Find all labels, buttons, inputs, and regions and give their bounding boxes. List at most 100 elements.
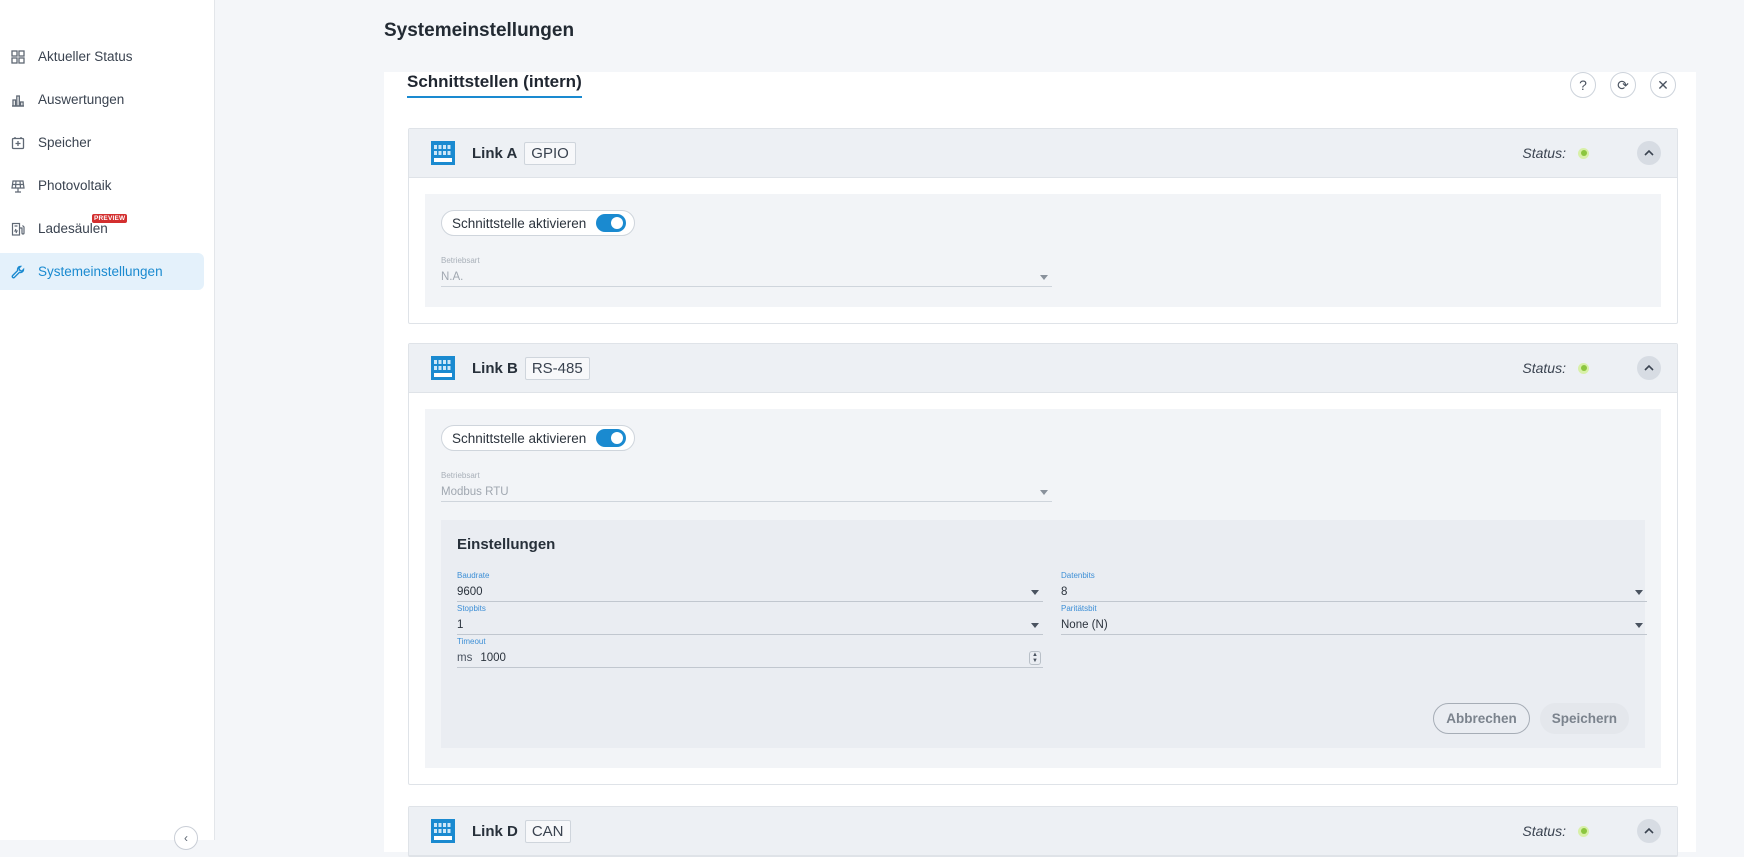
- battery-icon: [10, 135, 26, 151]
- card-body: Schnittstelle aktivieren Betriebsart Mod…: [409, 393, 1677, 784]
- interface-port-icon: [431, 819, 455, 843]
- page-title: Systemeinstellungen: [384, 20, 575, 41]
- caret-down-icon: [1031, 622, 1039, 628]
- collapse-sidebar-button[interactable]: ‹: [174, 826, 198, 850]
- selected-value: None (N): [1061, 619, 1108, 631]
- sidebar-item-photovoltaik[interactable]: Photovoltaik: [0, 167, 204, 204]
- panel-header: Schnittstellen (intern): [407, 72, 582, 98]
- interfaces-panel: Schnittstellen (intern) ? ⟳ ✕ Link A GPI…: [384, 72, 1696, 857]
- bar-chart-icon: [10, 92, 26, 108]
- cancel-button[interactable]: Abbrechen: [1433, 703, 1530, 734]
- status-indicator: Status:: [1522, 823, 1589, 839]
- interface-type-tag: GPIO: [524, 141, 576, 165]
- timeout-input[interactable]: Timeout ms 1000 ▲ ▼: [457, 637, 1043, 668]
- card-body: Schnittstelle aktivieren Betriebsart N.A…: [409, 178, 1677, 323]
- preview-badge: PREVIEW: [92, 214, 128, 223]
- grid-icon: [10, 49, 26, 65]
- help-button[interactable]: ?: [1570, 72, 1596, 98]
- close-button[interactable]: ✕: [1650, 72, 1676, 98]
- field-value: Modbus RTU: [441, 483, 1052, 502]
- chevron-up-icon: [1644, 364, 1654, 371]
- status-indicator: Status:: [1522, 145, 1589, 161]
- settings-title: Einstellungen: [457, 536, 556, 553]
- chevron-up-icon: [1644, 827, 1654, 834]
- field-label: Stopbits: [457, 604, 486, 613]
- card-link-b: Link B RS-485 Status: Schnittstelle akti…: [408, 343, 1678, 785]
- collapse-card-button[interactable]: [1637, 819, 1661, 843]
- mode-select[interactable]: Betriebsart N.A.: [441, 256, 1052, 287]
- toggle-label: Schnittstelle aktivieren: [452, 430, 587, 446]
- field-value: 1: [457, 616, 1043, 635]
- charging-station-icon: [10, 221, 26, 237]
- activate-interface-toggle[interactable]: [596, 429, 627, 447]
- field-label: Baudrate: [457, 571, 490, 580]
- status-label: Status:: [1522, 145, 1566, 161]
- selected-value: Modbus RTU: [441, 486, 509, 498]
- card-content: Schnittstelle aktivieren Betriebsart N.A…: [425, 194, 1661, 307]
- card-header: Link D CAN Status:: [409, 807, 1677, 856]
- card-link-a: Link A GPIO Status: Schnittstelle aktivi…: [408, 128, 1678, 324]
- field-label: Timeout: [457, 637, 486, 646]
- caret-down-icon: [1635, 622, 1643, 628]
- interface-type-tag: RS-485: [524, 356, 590, 380]
- sidebar-item-systemeinstellungen[interactable]: Systemeinstellungen: [0, 253, 204, 290]
- field-label: Paritätsbit: [1061, 604, 1097, 613]
- status-label: Status:: [1522, 360, 1566, 376]
- field-value: N.A.: [441, 268, 1052, 287]
- panel-actions: ? ⟳ ✕: [1570, 72, 1676, 98]
- status-dot-icon: [1578, 362, 1589, 374]
- card-title: Link D: [472, 822, 518, 840]
- sidebar-item-speicher[interactable]: Speicher: [0, 124, 204, 161]
- sidebar-item-label: Systemeinstellungen: [38, 264, 163, 279]
- refresh-icon: ⟳: [1617, 76, 1629, 93]
- stopbits-select[interactable]: Stopbits 1: [457, 604, 1043, 635]
- timeout-value: 1000: [480, 652, 506, 664]
- sidebar-item-aktueller-status[interactable]: Aktueller Status: [0, 38, 204, 75]
- sidebar-item-ladesaeulen[interactable]: Ladesäulen PREVIEW: [0, 210, 204, 247]
- mode-select[interactable]: Betriebsart Modbus RTU: [441, 471, 1052, 502]
- selected-value: 9600: [457, 586, 483, 598]
- status-dot-icon: [1578, 825, 1589, 837]
- caret-down-icon: [1031, 589, 1039, 595]
- datenbits-select[interactable]: Datenbits 8: [1061, 571, 1647, 602]
- activate-interface-toggle-row: Schnittstelle aktivieren: [441, 210, 636, 236]
- sidebar: Aktueller Status Auswertungen Speicher P…: [0, 0, 215, 850]
- collapse-card-button[interactable]: [1637, 356, 1661, 380]
- sidebar-item-auswertungen[interactable]: Auswertungen: [0, 81, 204, 118]
- refresh-button[interactable]: ⟳: [1610, 72, 1636, 98]
- field-value: 8: [1061, 583, 1647, 602]
- collapse-card-button[interactable]: [1637, 141, 1661, 165]
- activate-interface-toggle-row: Schnittstelle aktivieren: [441, 425, 636, 451]
- settings-section: Einstellungen Baudrate 9600 Datenbits 8 …: [441, 520, 1647, 748]
- paritaetsbit-select[interactable]: Paritätsbit None (N): [1061, 604, 1647, 635]
- activate-interface-toggle[interactable]: [596, 214, 627, 232]
- field-label: Betriebsart: [441, 471, 480, 480]
- help-icon: ?: [1579, 77, 1587, 93]
- selected-value: 1: [457, 619, 464, 631]
- interface-type-tag: CAN: [524, 819, 571, 843]
- sidebar-item-label: Aktueller Status: [38, 49, 133, 64]
- sidebar-item-label: Photovoltaik: [38, 178, 112, 193]
- field-value: None (N): [1061, 616, 1647, 635]
- card-link-d: Link D CAN Status:: [408, 806, 1678, 857]
- caret-down-icon: [1635, 589, 1643, 595]
- timeout-unit: ms: [457, 652, 473, 664]
- sidebar-item-label: Speicher: [38, 135, 92, 150]
- status-label: Status:: [1522, 823, 1566, 839]
- selected-value: N.A.: [441, 271, 464, 283]
- wrench-icon: [10, 264, 26, 280]
- settings-grid: Baudrate 9600 Datenbits 8 Stopbits 1 Par…: [457, 571, 1647, 668]
- solar-panel-icon: [10, 178, 26, 194]
- field-value: 9600: [457, 583, 1043, 602]
- baudrate-select[interactable]: Baudrate 9600: [457, 571, 1043, 602]
- chevron-left-icon: ‹: [184, 831, 188, 845]
- chevron-up-icon: [1644, 149, 1654, 156]
- interface-port-icon: [431, 141, 455, 165]
- caret-down-icon: [1040, 489, 1048, 495]
- sidebar-nav: Aktueller Status Auswertungen Speicher P…: [0, 38, 204, 296]
- sidebar-item-label: Ladesäulen: [38, 221, 108, 236]
- field-label: Betriebsart: [441, 256, 480, 265]
- save-button[interactable]: Speichern: [1539, 703, 1629, 734]
- number-spinner-icon[interactable]: ▲ ▼: [1029, 651, 1041, 665]
- form-actions: Abbrechen Speichern: [1433, 703, 1629, 734]
